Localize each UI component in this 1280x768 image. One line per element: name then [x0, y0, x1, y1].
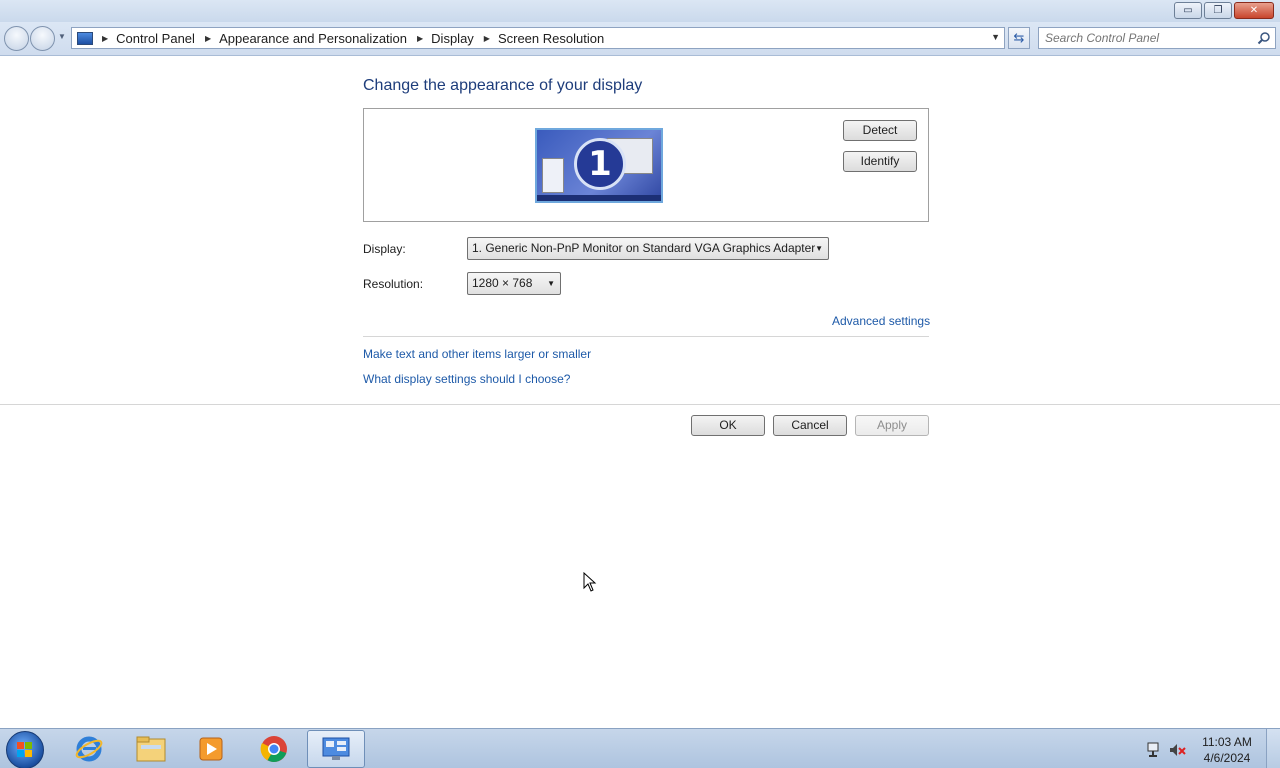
media-player-icon [199, 737, 223, 761]
forward-button[interactable] [30, 26, 55, 51]
back-button[interactable] [4, 26, 29, 51]
cancel-button[interactable]: Cancel [773, 415, 847, 436]
show-desktop-button[interactable] [1266, 729, 1280, 768]
clock-date: 4/6/2024 [1203, 751, 1251, 765]
taskbar-internet-explorer[interactable] [60, 730, 118, 768]
display-label: Display: [363, 242, 406, 256]
minimize-button[interactable]: ▭ [1174, 2, 1202, 19]
system-clock[interactable]: 11:03 AM 4/6/2024 [1196, 734, 1258, 766]
search-icon[interactable] [1257, 31, 1271, 45]
breadcrumb-arrow-icon[interactable]: ▶ [484, 34, 490, 43]
divider [0, 404, 1280, 405]
monitor-taskbar-icon [537, 195, 661, 201]
chevron-down-icon[interactable]: ▼ [815, 238, 823, 259]
breadcrumb-arrow-icon[interactable]: ▶ [102, 34, 108, 43]
taskbar-windows-explorer[interactable] [122, 730, 180, 768]
advanced-settings-link[interactable]: Advanced settings [832, 314, 930, 328]
search-box[interactable] [1038, 27, 1276, 49]
clock-time: 11:03 AM [1202, 735, 1252, 749]
divider [363, 336, 929, 337]
detect-button[interactable]: Detect [843, 120, 917, 141]
display-settings-help-link[interactable]: What display settings should I choose? [363, 372, 570, 386]
chrome-icon [260, 736, 287, 763]
resolution-label: Resolution: [363, 277, 424, 291]
folder-icon [136, 736, 166, 762]
system-tray [1147, 742, 1186, 757]
recent-pages-dropdown-icon[interactable]: ▼ [58, 32, 66, 41]
window-controls: ▭ ❐ ✕ [1172, 2, 1274, 19]
monitor-number-badge: 1 [574, 138, 626, 190]
resolution-select-value: 1280 × 768 [472, 276, 533, 290]
identify-button[interactable]: Identify [843, 151, 917, 172]
mouse-cursor-icon [583, 572, 597, 592]
search-input[interactable] [1039, 28, 1249, 48]
breadcrumb-arrow-icon[interactable]: ▶ [417, 34, 423, 43]
breadcrumb-display[interactable]: ▶ Display [417, 31, 484, 46]
resolution-select[interactable]: 1280 × 768 ▼ [467, 272, 561, 295]
network-icon[interactable] [1147, 742, 1159, 757]
breadcrumb-control-panel[interactable]: ▶ Control Panel [102, 31, 205, 46]
page-title: Change the appearance of your display [363, 77, 643, 94]
control-panel-icon [77, 31, 93, 45]
display-select-value: 1. Generic Non-PnP Monitor on Standard V… [472, 241, 816, 255]
taskbar-chrome[interactable] [245, 730, 303, 768]
windows-logo-icon [17, 742, 32, 757]
address-dropdown-icon[interactable]: ▼ [991, 32, 1000, 42]
navigation-bar: ▼ ▶ Control Panel ▶ Appearance and Perso… [0, 22, 1280, 56]
start-button[interactable] [6, 731, 44, 768]
apply-button[interactable]: Apply [855, 415, 929, 436]
breadcrumb-screen-resolution[interactable]: ▶ Screen Resolution [484, 31, 614, 46]
close-button[interactable]: ✕ [1234, 2, 1274, 19]
taskbar-media-player[interactable] [182, 730, 240, 768]
ok-button[interactable]: OK [691, 415, 765, 436]
breadcrumb-arrow-icon[interactable]: ▶ [205, 34, 211, 43]
window-title-bar: ▭ ❐ ✕ [0, 0, 1280, 22]
taskbar: 11:03 AM 4/6/2024 [0, 728, 1280, 768]
volume-muted-icon[interactable] [1170, 744, 1186, 756]
control-panel-icon [322, 737, 350, 760]
taskbar-control-panel[interactable] [307, 730, 365, 768]
monitor-1-thumbnail[interactable]: 1 [535, 128, 663, 203]
text-size-link[interactable]: Make text and other items larger or smal… [363, 347, 591, 361]
internet-explorer-icon [75, 736, 103, 762]
monitor-window-icon [542, 158, 564, 193]
breadcrumb-appearance[interactable]: ▶ Appearance and Personalization [205, 31, 417, 46]
restore-button[interactable]: ❐ [1204, 2, 1232, 19]
display-select[interactable]: 1. Generic Non-PnP Monitor on Standard V… [467, 237, 829, 260]
chevron-down-icon[interactable]: ▼ [547, 273, 555, 294]
address-bar[interactable]: ▶ Control Panel ▶ Appearance and Persona… [71, 27, 1005, 49]
refresh-icon[interactable]: ⇆ [1008, 27, 1030, 49]
